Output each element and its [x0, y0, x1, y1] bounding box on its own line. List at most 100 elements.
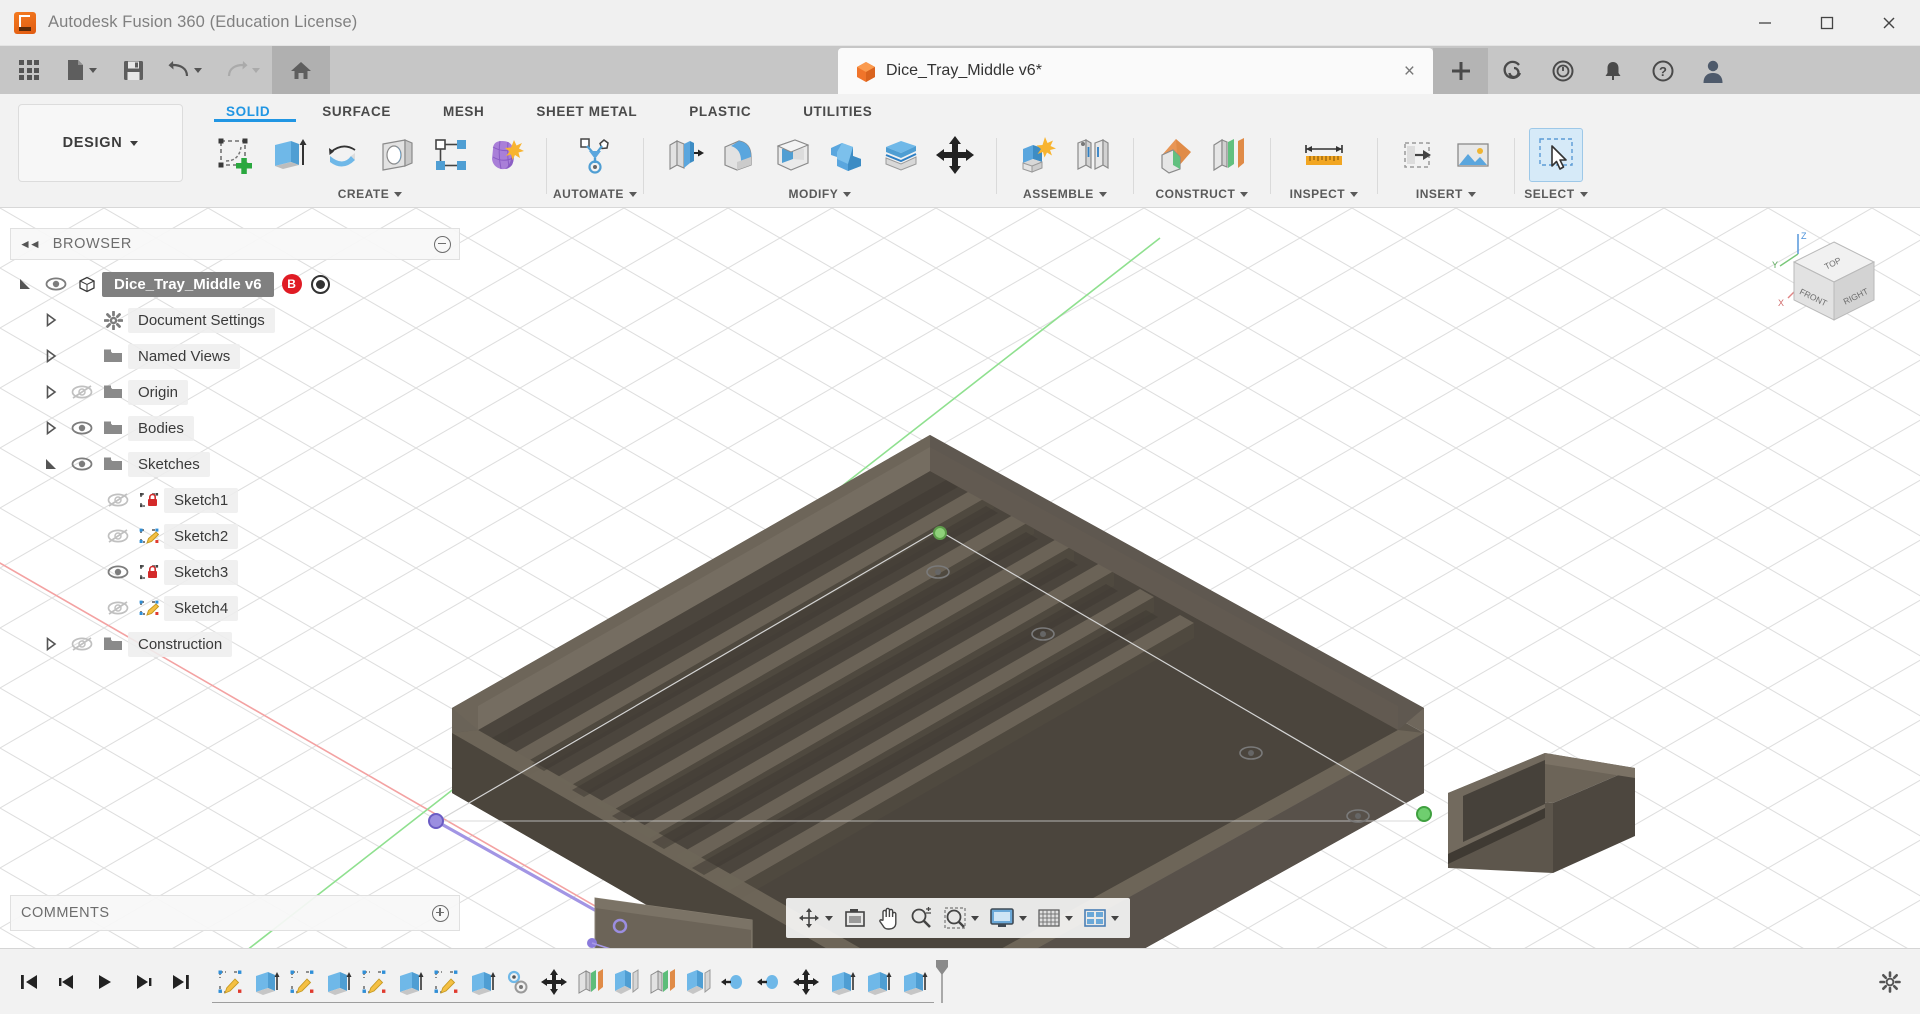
- group-label-assemble[interactable]: ASSEMBLE: [1003, 184, 1127, 204]
- tree-item-document-settings[interactable]: Document Settings: [10, 302, 460, 338]
- new-file-button[interactable]: [52, 46, 110, 94]
- tree-item-construction[interactable]: Construction: [10, 626, 460, 662]
- visibility-eye-off-icon[interactable]: [66, 636, 98, 652]
- comments-panel[interactable]: COMMENTS: [10, 895, 460, 931]
- dice-tray-body[interactable]: [452, 435, 1424, 948]
- new-tab-button[interactable]: [1433, 48, 1488, 94]
- save-button[interactable]: [110, 46, 156, 94]
- timeline-feature-sketch2[interactable]: [284, 959, 320, 1005]
- maximize-button[interactable]: [1796, 0, 1858, 46]
- group-label-insert[interactable]: INSERT: [1384, 184, 1508, 204]
- tree-item-origin[interactable]: Origin: [10, 374, 460, 410]
- move-copy-button[interactable]: [928, 128, 982, 182]
- redo-button[interactable]: [214, 46, 272, 94]
- expander-collapsed-icon[interactable]: [36, 636, 66, 652]
- new-component-button[interactable]: [1011, 128, 1065, 182]
- offset-plane-button[interactable]: [1148, 128, 1202, 182]
- automated-modeling-button[interactable]: [568, 128, 622, 182]
- group-label-create[interactable]: CREATE: [200, 184, 540, 204]
- tree-item-sketch2[interactable]: Sketch2: [10, 518, 460, 554]
- timeline-feature-mirror1[interactable]: [608, 959, 644, 1005]
- timeline-marker-icon[interactable]: [934, 959, 948, 1005]
- timeline-feature-sketch3[interactable]: [356, 959, 392, 1005]
- close-button[interactable]: [1858, 0, 1920, 46]
- joint-button[interactable]: [1065, 128, 1119, 182]
- measure-button[interactable]: [1285, 128, 1363, 182]
- help-button[interactable]: ?: [1638, 48, 1688, 94]
- timeline-feature-extrude2[interactable]: [320, 959, 356, 1005]
- viewports-button[interactable]: [1078, 900, 1124, 936]
- form-button[interactable]: [478, 128, 532, 182]
- timeline-feature-plane2[interactable]: [644, 959, 680, 1005]
- expander-collapsed-icon[interactable]: [36, 348, 66, 364]
- rib-button[interactable]: [424, 128, 478, 182]
- timeline-feature-extrude6[interactable]: [860, 959, 896, 1005]
- activate-component-radio[interactable]: [311, 275, 330, 294]
- select-button[interactable]: [1529, 128, 1583, 182]
- timeline-feature-extrude7[interactable]: [896, 959, 932, 1005]
- app-grid-button[interactable]: [6, 46, 52, 94]
- offset-face-button[interactable]: [874, 128, 928, 182]
- play-button[interactable]: [86, 962, 124, 1002]
- expander-collapsed-icon[interactable]: [36, 312, 66, 328]
- visibility-eye-off-icon[interactable]: [102, 528, 134, 544]
- timeline-feature-move2[interactable]: [788, 959, 824, 1005]
- small-box-part[interactable]: [1448, 753, 1635, 873]
- expander-expanded-icon[interactable]: [10, 276, 40, 292]
- visibility-eye-icon[interactable]: [40, 276, 72, 292]
- go-to-end-button[interactable]: [162, 962, 200, 1002]
- midplane-button[interactable]: [1202, 128, 1256, 182]
- tree-item-sketches[interactable]: Sketches: [10, 446, 460, 482]
- minus-circle-icon[interactable]: [434, 236, 451, 253]
- insert-derive-button[interactable]: [1392, 128, 1446, 182]
- orbit-button[interactable]: [792, 900, 838, 936]
- tab-sheet-metal[interactable]: SHEET METAL: [510, 98, 663, 124]
- timeline-feature-extrude3[interactable]: [392, 959, 428, 1005]
- document-tab-close-icon[interactable]: ×: [1396, 62, 1423, 81]
- expander-collapsed-icon[interactable]: [36, 384, 66, 400]
- create-sketch-button[interactable]: [208, 128, 262, 182]
- timeline-feature-sketch4[interactable]: [428, 959, 464, 1005]
- tree-item-dice-tray-middle-v6[interactable]: Dice_Tray_Middle v6B: [10, 266, 460, 302]
- timeline-feature-plane1[interactable]: [572, 959, 608, 1005]
- go-to-beginning-button[interactable]: [10, 962, 48, 1002]
- step-back-button[interactable]: [48, 962, 86, 1002]
- tree-item-sketch1[interactable]: Sketch1: [10, 482, 460, 518]
- home-button[interactable]: [272, 46, 330, 94]
- timeline-feature-extrude4[interactable]: [464, 959, 500, 1005]
- group-label-construct[interactable]: CONSTRUCT: [1140, 184, 1264, 204]
- visibility-eye-icon[interactable]: [66, 420, 98, 436]
- group-label-inspect[interactable]: INSPECT: [1277, 184, 1371, 204]
- tab-utilities[interactable]: UTILITIES: [777, 98, 898, 124]
- view-cube-body[interactable]: TOP FRONT RIGHT: [1794, 242, 1874, 320]
- expander-collapsed-icon[interactable]: [36, 420, 66, 436]
- timeline-feature-flip2[interactable]: [752, 959, 788, 1005]
- group-label-modify[interactable]: MODIFY: [650, 184, 990, 204]
- fillet-button[interactable]: [712, 128, 766, 182]
- view-cube[interactable]: Z Y X TOP FRONT RIGHT: [1770, 228, 1890, 338]
- workspace-switcher[interactable]: DESIGN: [18, 104, 183, 182]
- visibility-eye-off-icon[interactable]: [102, 492, 134, 508]
- tab-plastic[interactable]: PLASTIC: [663, 98, 777, 124]
- timeline-feature-flip1[interactable]: [716, 959, 752, 1005]
- shell-button[interactable]: [766, 128, 820, 182]
- timeline-track[interactable]: [212, 1002, 934, 1003]
- press-pull-button[interactable]: [658, 128, 712, 182]
- extrude-button[interactable]: [262, 128, 316, 182]
- undo-button[interactable]: [156, 46, 214, 94]
- display-settings-button[interactable]: [984, 900, 1032, 936]
- zoom-button[interactable]: [904, 900, 938, 936]
- step-forward-button[interactable]: [124, 962, 162, 1002]
- document-tab[interactable]: Dice_Tray_Middle v6* ×: [838, 48, 1433, 94]
- minimize-button[interactable]: [1734, 0, 1796, 46]
- collapse-left-icon[interactable]: ◄◄: [19, 237, 39, 251]
- timeline-feature-extrude1[interactable]: [248, 959, 284, 1005]
- tree-item-named-views[interactable]: Named Views: [10, 338, 460, 374]
- insert-canvas-button[interactable]: [1446, 128, 1500, 182]
- tree-item-sketch3[interactable]: Sketch3: [10, 554, 460, 590]
- job-status-button[interactable]: [1538, 48, 1588, 94]
- timeline-feature-move1[interactable]: [536, 959, 572, 1005]
- notifications-button[interactable]: [1588, 48, 1638, 94]
- hole-button[interactable]: [370, 128, 424, 182]
- grid-snaps-button[interactable]: [1032, 900, 1078, 936]
